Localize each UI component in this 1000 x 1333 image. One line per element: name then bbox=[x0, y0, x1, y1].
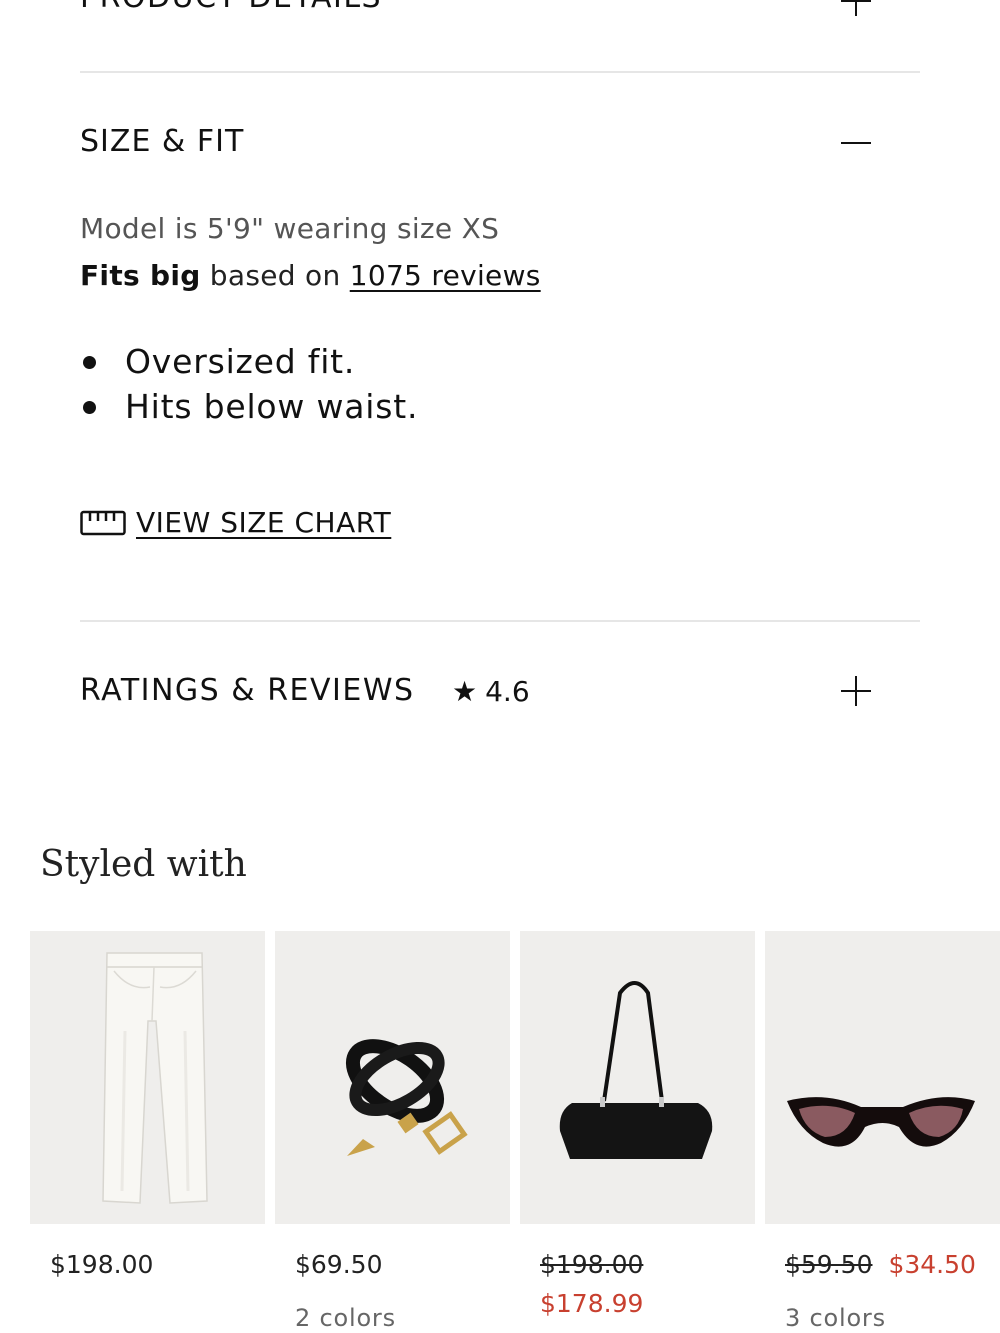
rating-summary: ★ 4.6 bbox=[452, 671, 530, 711]
size-fit-title: SIZE & FIT bbox=[80, 124, 245, 159]
fit-bullet-list: Oversized fit. Hits below waist. bbox=[80, 339, 418, 429]
ruler-icon bbox=[80, 510, 126, 535]
product-image-sunglasses[interactable] bbox=[765, 931, 1000, 1224]
sale-price: $34.50 bbox=[888, 1250, 976, 1279]
styled-with-title: Styled with bbox=[40, 844, 247, 885]
product-card[interactable] bbox=[765, 931, 1000, 1224]
fit-text: based on bbox=[200, 259, 350, 292]
rating-score: 4.6 bbox=[485, 674, 530, 708]
product-price-row: $59.50 $34.50 bbox=[785, 1250, 976, 1279]
product-image-bag[interactable] bbox=[520, 931, 755, 1224]
original-price: $198.00 bbox=[540, 1250, 644, 1279]
divider bbox=[80, 71, 920, 73]
bullet-text: Oversized fit. bbox=[125, 342, 356, 381]
model-info: Model is 5'9" wearing size XS bbox=[80, 212, 500, 245]
belt-image bbox=[345, 1039, 468, 1156]
size-chart-label: VIEW SIZE CHART bbox=[136, 506, 392, 539]
bullet-text: Hits below waist. bbox=[125, 387, 419, 426]
fit-summary: Fits big based on 1075 reviews bbox=[80, 259, 541, 292]
product-card[interactable] bbox=[30, 931, 265, 1224]
product-original-price: $198.00 bbox=[540, 1250, 643, 1279]
color-count: 3 colors bbox=[785, 1304, 886, 1332]
product-card[interactable] bbox=[520, 931, 755, 1224]
bag-image bbox=[559, 981, 713, 1159]
product-card[interactable] bbox=[275, 931, 510, 1224]
product-sale-price: $178.99 bbox=[540, 1289, 644, 1318]
view-size-chart-link[interactable]: VIEW SIZE CHART bbox=[80, 506, 391, 539]
product-image-belt[interactable] bbox=[275, 931, 510, 1224]
sunglasses-image bbox=[787, 1097, 975, 1147]
star-icon: ★ bbox=[452, 674, 478, 708]
list-item: Hits below waist. bbox=[80, 384, 418, 429]
ratings-reviews-section[interactable]: RATINGS & REVIEWS ★ 4.6 bbox=[80, 671, 920, 715]
size-fit-header[interactable]: SIZE & FIT bbox=[80, 122, 920, 166]
fit-verdict: Fits big bbox=[80, 259, 201, 292]
color-count: 2 colors bbox=[295, 1304, 396, 1332]
ratings-title: RATINGS & REVIEWS bbox=[80, 673, 415, 708]
expand-plus-icon[interactable] bbox=[841, 0, 871, 16]
product-details-title: PRODUCT DETAILS bbox=[80, 0, 382, 18]
original-price: $59.50 bbox=[785, 1250, 873, 1279]
product-price: $198.00 bbox=[50, 1250, 154, 1279]
list-item: Oversized fit. bbox=[80, 339, 418, 384]
product-details-section[interactable]: PRODUCT DETAILS bbox=[80, 0, 920, 38]
product-image-jeans[interactable] bbox=[30, 931, 265, 1224]
expand-plus-icon[interactable] bbox=[841, 676, 871, 706]
divider bbox=[80, 620, 920, 622]
reviews-link[interactable]: 1075 reviews bbox=[350, 259, 541, 292]
product-price: $69.50 bbox=[295, 1250, 383, 1279]
collapse-minus-icon[interactable] bbox=[841, 128, 871, 158]
jeans-image bbox=[102, 952, 208, 1204]
